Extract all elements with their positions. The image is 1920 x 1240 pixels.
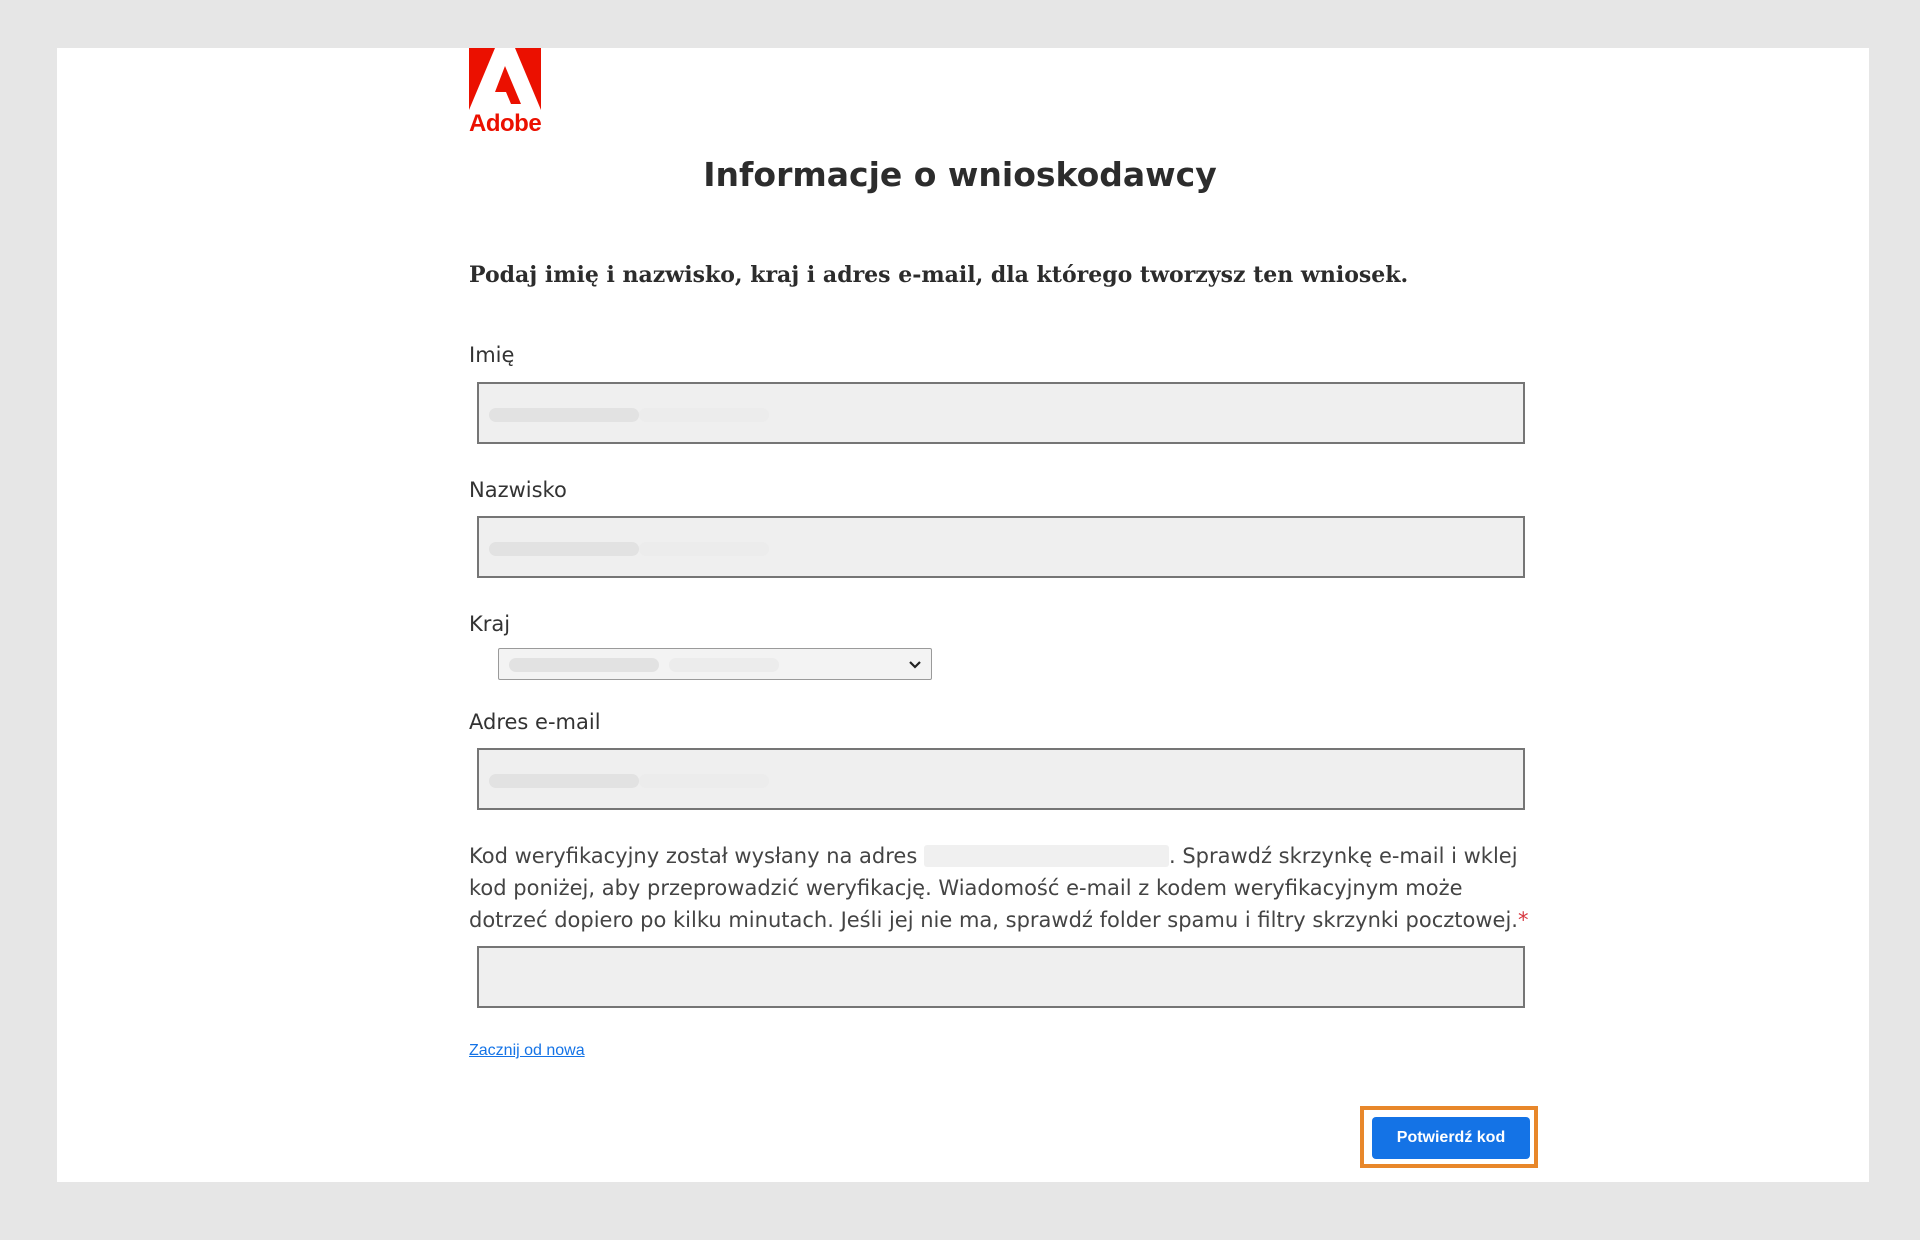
redacted-value	[639, 774, 769, 788]
redacted-value	[489, 774, 639, 788]
intro-text: Podaj imię i nazwisko, kraj i adres e-ma…	[469, 262, 1409, 288]
redacted-email	[923, 845, 1169, 867]
email-label: Adres e-mail	[469, 710, 601, 734]
first-name-label: Imię	[469, 343, 515, 367]
verification-code-input[interactable]	[477, 946, 1525, 1008]
redacted-value	[669, 658, 779, 672]
first-name-input[interactable]	[477, 382, 1525, 444]
confirm-code-button[interactable]: Potwierdź kod	[1372, 1117, 1530, 1159]
redacted-value	[489, 408, 639, 422]
page-title: Informacje o wnioskodawcy	[703, 155, 1217, 194]
email-input[interactable]	[477, 748, 1525, 810]
redacted-value	[489, 542, 639, 556]
redacted-value	[639, 542, 769, 556]
verification-instructions: Kod weryfikacyjny został wysłany na adre…	[469, 840, 1534, 936]
chevron-down-icon	[909, 661, 921, 669]
last-name-label: Nazwisko	[469, 478, 567, 502]
verification-text-start: Kod weryfikacyjny został wysłany na adre…	[469, 844, 918, 868]
country-select[interactable]	[498, 648, 932, 680]
redacted-value	[509, 658, 659, 672]
adobe-wordmark: Adobe	[469, 110, 542, 137]
required-marker: *	[1518, 908, 1529, 932]
last-name-input[interactable]	[477, 516, 1525, 578]
redacted-value	[639, 408, 769, 422]
page-card	[57, 48, 1869, 1182]
start-over-link[interactable]: Zacznij od nowa	[469, 1042, 585, 1060]
country-label: Kraj	[469, 612, 511, 636]
